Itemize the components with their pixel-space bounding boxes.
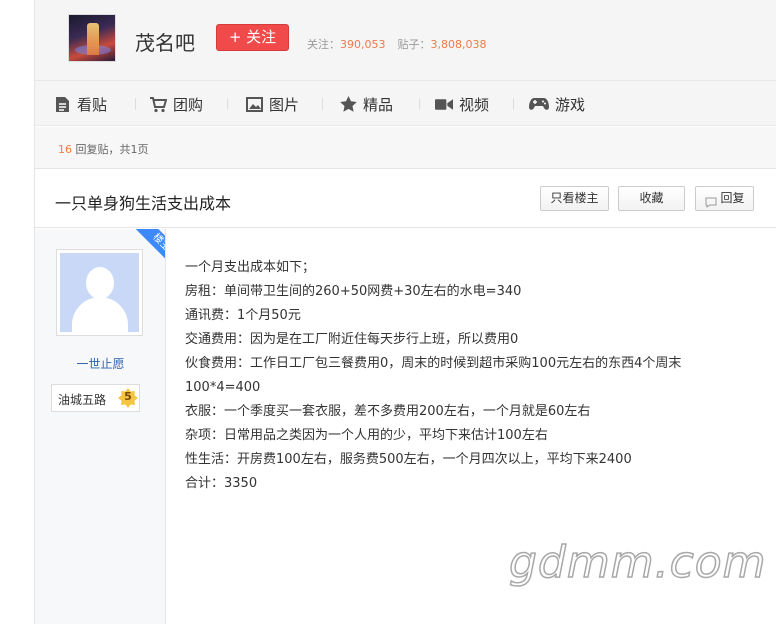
star-icon [339,95,357,113]
nav-tab-featured[interactable]: 精品 [339,93,393,115]
badge-label: 油城五路 [58,393,107,407]
post-line: 伙食费用：工作日工厂包三餐费用0，周末的时候到超市采购100元左右的东西4个周末 [185,356,682,371]
nav-label: 游戏 [555,95,586,114]
member-badge[interactable]: 油城五路 5 [51,384,140,412]
reply-meta: 16 回复贴，共1页 [35,127,776,169]
comment-icon [705,193,717,216]
favorite-button[interactable]: 收藏 [618,186,685,211]
only-op-button[interactable]: 只看楼主 [540,186,609,211]
nav-label: 看贴 [77,95,108,114]
author-name[interactable]: 一世止愿 [35,355,165,372]
post-line: 合计：3350 [185,476,258,491]
reply-suffix: 回复贴，共1页 [75,143,149,156]
forum-nav: 看贴 团购 图片 精品 视频 游戏 [35,80,776,126]
reply-button[interactable]: 回复 [695,186,754,211]
followers-count: 390,053 [340,38,386,51]
nav-label: 图片 [269,95,300,114]
post-line: 通讯费：1个月50元 [185,308,301,323]
nav-tab-images[interactable]: 图片 [245,93,299,115]
follow-button[interactable]: + 关注 [216,24,289,51]
followers-label: 关注： [307,38,340,51]
level-badge-icon: 5 [118,388,138,408]
nav-label: 视频 [459,95,490,114]
nav-tab-groupbuy[interactable]: 团购 [149,93,203,115]
nav-tab-games[interactable]: 游戏 [529,93,585,115]
post-content: 一个月支出成本如下； 房租：单间带卫生间的260+50网费+30左右的水电=34… [185,256,765,496]
image-icon [245,95,263,113]
thread-title: 一只单身狗生活支出成本 [55,194,232,213]
nav-label: 团购 [173,95,204,114]
posts-label: 贴子： [397,38,431,51]
forum-avatar[interactable] [68,14,116,62]
forum-header: 茂名吧 + 关注 关注：390,053 贴子：3,808,038 [35,0,776,80]
reply-count: 16 [58,143,72,156]
video-icon [435,95,453,113]
level-number: 5 [124,390,132,403]
nav-tab-posts[interactable]: 看贴 [53,93,107,115]
gamepad-icon [529,95,549,113]
post-line: 衣服：一个季度买一套衣服，差不多费用200左右，一个月就是60左右 [185,404,591,419]
post-line: 交通费用：因为是在工厂附近住每天步行上班，所以费用0 [185,332,519,347]
reply-button-label: 回复 [720,191,745,205]
document-icon [53,95,71,113]
nav-label: 精品 [363,95,394,114]
page: 茂名吧 + 关注 关注：390,053 贴子：3,808,038 看贴 团购 图片 [34,0,776,624]
author-panel: 楼主 一世止愿 油城五路 5 [35,229,166,624]
post-line: 杂项：日常用品之类因为一个人用的少，平均下来估计100左右 [185,428,548,443]
cart-icon [149,95,167,113]
post-line: 一个月支出成本如下； [185,260,316,275]
nav-tab-video[interactable]: 视频 [435,93,489,115]
avatar[interactable] [56,249,143,336]
post-line: 房租：单间带卫生间的260+50网费+30左右的水电=340 [185,284,522,299]
forum-name[interactable]: 茂名吧 [135,27,195,56]
post-line: 性生活：开房费100左右，服务费500左右，一个月四次以上，平均下来2400 [185,452,632,467]
default-avatar-icon [60,253,139,332]
post-line: 100*4=400 [185,380,261,395]
posts-count: 3,808,038 [430,38,487,51]
thread-title-bar: 一只单身狗生活支出成本 只看楼主 收藏 回复 [35,170,776,228]
forum-stats: 关注：390,053 贴子：3,808,038 [307,36,486,52]
site-watermark: gdmm.com [508,536,767,589]
